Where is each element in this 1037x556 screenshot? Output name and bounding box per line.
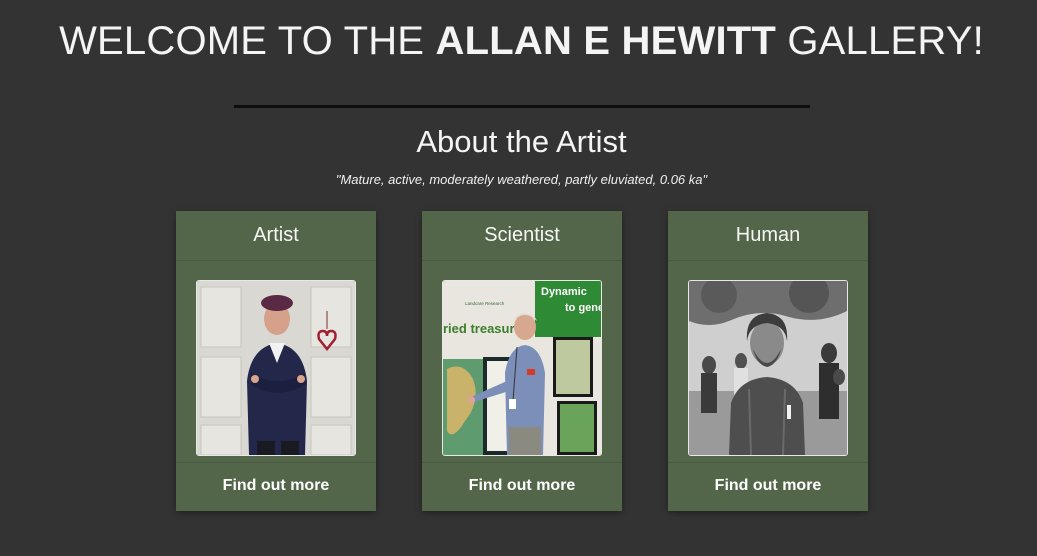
title-suffix: GALLERY!	[776, 19, 984, 63]
card-title: Human	[668, 211, 868, 261]
about-heading: About the Artist	[416, 124, 627, 159]
poster-banner-text-2: to gener	[565, 302, 601, 314]
card-title: Artist	[176, 211, 376, 261]
find-out-more-artist-button[interactable]: Find out more	[176, 462, 376, 512]
artist-quote: "Mature, active, moderately weathered, p…	[335, 172, 708, 187]
page-title: WELCOME TO THE ALLAN E HEWITT GALLERY!	[0, 19, 1037, 64]
poster-headline: ried treasure	[443, 321, 522, 336]
find-out-more-human-button[interactable]: Find out more	[668, 462, 868, 512]
title-prefix: WELCOME TO THE	[59, 19, 436, 63]
card-scientist: Scientist Dynamic to gener Landcare Rese…	[422, 211, 622, 511]
poster-banner-text: Dynamic	[541, 286, 587, 298]
title-artist-name: ALLAN E HEWITT	[435, 19, 777, 63]
header-divider	[234, 105, 810, 108]
artist-photo[interactable]	[196, 280, 356, 456]
poster-org-text: Landcare Research	[465, 301, 505, 306]
card-human: Human Find out more	[668, 211, 868, 511]
find-out-more-scientist-button[interactable]: Find out more	[422, 462, 622, 512]
card-artist: Artist Find out more	[176, 211, 376, 511]
human-photo[interactable]	[688, 280, 848, 456]
scientist-photo[interactable]: Dynamic to gener Landcare Research ried …	[442, 280, 602, 456]
card-title: Scientist	[422, 211, 622, 261]
